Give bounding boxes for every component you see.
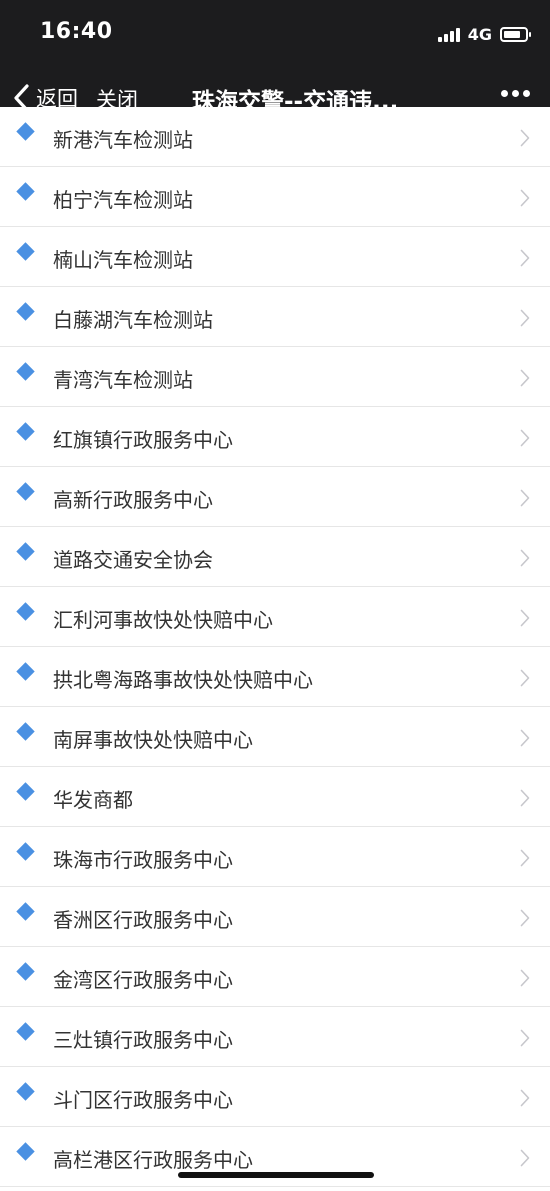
diamond-bullet-icon	[16, 242, 35, 261]
more-options-button[interactable]	[497, 90, 530, 97]
diamond-bullet-icon	[16, 302, 35, 321]
diamond-bullet-icon	[16, 842, 35, 861]
list-item-label: 斗门区行政服务中心	[53, 1088, 233, 1112]
list-item-label: 新港汽车检测站	[53, 128, 193, 152]
chevron-right-icon	[520, 609, 530, 627]
chevron-right-icon	[520, 309, 530, 327]
chevron-right-icon	[520, 249, 530, 267]
chevron-right-icon	[520, 789, 530, 807]
diamond-bullet-icon	[16, 662, 35, 681]
list-item-label: 金湾区行政服务中心	[53, 968, 233, 992]
list-item-label: 白藤湖汽车检测站	[53, 308, 213, 332]
diamond-bullet-icon	[16, 782, 35, 801]
list-item[interactable]: 香洲区行政服务中心	[0, 887, 550, 947]
signal-icon	[437, 26, 462, 42]
list-item[interactable]: 道路交通安全协会	[0, 527, 550, 587]
list-item[interactable]: 新港汽车检测站	[0, 107, 550, 167]
diamond-bullet-icon	[16, 122, 35, 141]
list-item[interactable]: 三灶镇行政服务中心	[0, 1007, 550, 1067]
list-item-label: 柏宁汽车检测站	[53, 188, 193, 212]
chevron-right-icon	[520, 1149, 530, 1167]
list-item[interactable]: 南屏事故快处快赔中心	[0, 707, 550, 767]
diamond-bullet-icon	[16, 182, 35, 201]
more-dot-icon	[512, 90, 519, 97]
chevron-right-icon	[520, 729, 530, 747]
list-item-label: 汇利河事故快处快赔中心	[53, 608, 273, 632]
list-item[interactable]: 楠山汽车检测站	[0, 227, 550, 287]
status-indicators: 4G	[437, 22, 531, 46]
list-item-label: 华发商都	[53, 788, 133, 812]
list-item[interactable]: 高新行政服务中心	[0, 467, 550, 527]
more-dot-icon	[501, 90, 508, 97]
chevron-right-icon	[520, 489, 530, 507]
list-item-label: 三灶镇行政服务中心	[53, 1028, 233, 1052]
more-dot-icon	[523, 90, 530, 97]
list-item[interactable]: 拱北粤海路事故快处快赔中心	[0, 647, 550, 707]
diamond-bullet-icon	[16, 1142, 35, 1161]
list-item[interactable]: 白藤湖汽车检测站	[0, 287, 550, 347]
location-list: 新港汽车检测站 柏宁汽车检测站 楠山汽车检测站 白藤湖汽车检测站 青湾汽车检测站红旗镇行…	[0, 107, 550, 1191]
list-item-label: 拱北粤海路事故快处快赔中心	[53, 668, 313, 692]
list-item-label: 珠海市行政服务中心	[53, 848, 233, 872]
list-item[interactable]: 金湾区行政服务中心	[0, 947, 550, 1007]
diamond-bullet-icon	[16, 542, 35, 561]
list-item-label: 道路交通安全协会	[53, 548, 213, 572]
diamond-bullet-icon	[16, 962, 35, 981]
chevron-right-icon	[520, 1029, 530, 1047]
list-item[interactable]: 柏宁汽车检测站	[0, 167, 550, 227]
list-item[interactable]: 华发商都	[0, 767, 550, 827]
chevron-right-icon	[520, 549, 530, 567]
list-item-label: 高栏港区行政服务中心	[53, 1148, 253, 1172]
chevron-right-icon	[520, 189, 530, 207]
diamond-bullet-icon	[16, 362, 35, 381]
list-item[interactable]: 斗门区行政服务中心	[0, 1067, 550, 1127]
list-item-label: 南屏事故快处快赔中心	[53, 728, 253, 752]
list-item[interactable]: 红旗镇行政服务中心	[0, 407, 550, 467]
status-bar: 16:40 4G	[0, 0, 550, 68]
diamond-bullet-icon	[16, 722, 35, 741]
diamond-bullet-icon	[16, 1082, 35, 1101]
chevron-right-icon	[520, 429, 530, 447]
diamond-bullet-icon	[16, 902, 35, 921]
chevron-right-icon	[520, 849, 530, 867]
home-indicator[interactable]	[178, 1172, 374, 1178]
diamond-bullet-icon	[16, 422, 35, 441]
chevron-right-icon	[520, 909, 530, 927]
chevron-right-icon	[520, 969, 530, 987]
battery-icon	[500, 26, 531, 42]
list-item-label: 楠山汽车检测站	[53, 248, 193, 272]
list-item[interactable]: 珠海市行政服务中心	[0, 827, 550, 887]
list-item[interactable]: 高栏港区行政服务中心	[0, 1127, 550, 1187]
diamond-bullet-icon	[16, 482, 35, 501]
chevron-right-icon	[520, 669, 530, 687]
diamond-bullet-icon	[16, 1022, 35, 1041]
chevron-right-icon	[520, 1089, 530, 1107]
list-item-label: 青湾汽车检测站	[53, 368, 193, 392]
list-item-label: 红旗镇行政服务中心	[53, 428, 233, 452]
list-item-label: 香洲区行政服务中心	[53, 908, 233, 932]
chevron-right-icon	[520, 369, 530, 387]
diamond-bullet-icon	[16, 602, 35, 621]
list-item[interactable]: 汇利河事故快处快赔中心	[0, 587, 550, 647]
list-item[interactable]: 青湾汽车检测站	[0, 347, 550, 407]
chevron-right-icon	[520, 129, 530, 147]
list-item-label: 高新行政服务中心	[53, 488, 213, 512]
network-type: 4G	[467, 24, 492, 44]
status-time: 16:40	[40, 19, 113, 44]
